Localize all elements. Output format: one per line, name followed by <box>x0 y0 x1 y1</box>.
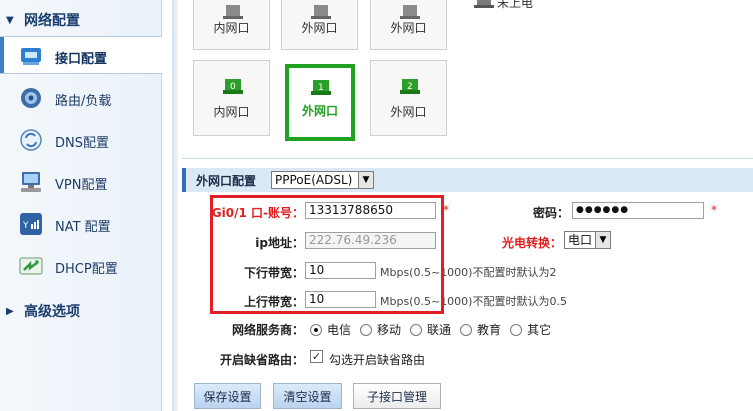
default-route-text: 勾选开启缺省路由 <box>329 353 426 367</box>
wan-config-bar: 外网口配置 <box>182 168 753 192</box>
nat-icon: Y <box>20 213 42 235</box>
port-active-icon: 1 <box>311 80 331 95</box>
clear-button-label: 清空设置 <box>283 389 332 404</box>
sidebar-item-label: NAT 配置 <box>55 220 111 235</box>
isp-option-label: 教育 <box>477 323 502 337</box>
port-active-icon: 2 <box>400 79 420 94</box>
sidebar-item-dns[interactable]: DNS配置 <box>0 121 162 159</box>
isp-option-label: 电信 <box>327 323 352 337</box>
port-number: 0 <box>230 82 236 92</box>
vpn-computer-icon <box>21 172 41 192</box>
port-label: 外网口 <box>301 104 338 118</box>
isp-option-mobile[interactable]: 移动 <box>360 321 401 338</box>
port-top-2[interactable]: 外网口 <box>370 0 447 50</box>
group-advanced-label: 高级选项 <box>24 304 80 320</box>
sidebar-item-label: DHCP配置 <box>55 262 118 277</box>
radio-button[interactable] <box>310 323 322 336</box>
port-active-icon: 0 <box>223 79 243 94</box>
sidebar-item-route[interactable]: 路由/负载 <box>0 79 162 117</box>
port-top-1[interactable]: 外网口 <box>281 0 358 50</box>
port-label: 外网口 <box>390 21 427 35</box>
sub-interface-button[interactable]: 子接口管理 <box>353 383 441 409</box>
section-separator <box>182 158 753 159</box>
radio-button[interactable] <box>360 323 373 336</box>
save-button[interactable]: 保存设置 <box>194 383 261 409</box>
wan-mode-select[interactable]: PPPoE(ADSL) ▼ <box>271 171 374 189</box>
group-network-config[interactable]: ▼ 网络配置 <box>6 10 80 30</box>
optical-label: 光电转换： <box>501 236 562 250</box>
password-input[interactable]: ●●●●●● <box>572 202 704 219</box>
isp-option-telecom[interactable]: 电信 <box>310 321 351 338</box>
required-mark: * <box>711 203 717 217</box>
port-label: 外网口 <box>390 105 427 119</box>
isp-option-unicom[interactable]: 联通 <box>410 321 451 338</box>
sidebar-item-label: 路由/负载 <box>55 94 112 109</box>
isp-option-label: 联通 <box>427 323 452 337</box>
port-label: 外网口 <box>301 21 338 35</box>
sidebar-item-label: DNS配置 <box>55 136 109 151</box>
group-advanced-options[interactable]: ▶ 高级选项 <box>6 301 80 321</box>
port-2[interactable]: 2 外网口 <box>370 60 447 136</box>
group-network-label: 网络配置 <box>24 13 80 29</box>
isp-radio-group: 电信 移动 联通 教育 其它 <box>310 321 560 338</box>
sidebar-item-dhcp[interactable]: DHCP配置 <box>0 247 162 285</box>
dns-icon <box>20 129 42 151</box>
radio-button[interactable] <box>510 323 523 336</box>
default-route-label: 开启缺省路由： <box>219 353 304 367</box>
wan-mode-value: PPPoE(ADSL) <box>275 173 353 187</box>
network-port-icon <box>21 48 41 65</box>
port-top-0[interactable]: 内网口 <box>193 0 270 50</box>
chevron-down-icon[interactable]: ▼ <box>595 232 610 248</box>
optical-value: 电口 <box>568 233 593 247</box>
isp-option-education[interactable]: 教育 <box>460 321 501 338</box>
isp-option-other[interactable]: 其它 <box>510 321 551 338</box>
radio-button[interactable] <box>460 323 473 336</box>
isp-option-label: 移动 <box>377 323 402 337</box>
section-title: 外网口配置 <box>196 173 257 188</box>
password-label: 密码： <box>532 206 569 220</box>
default-route-checkbox[interactable]: ✓ <box>310 350 323 363</box>
port-label: 内网口 <box>213 105 250 119</box>
port-label: 内网口 <box>213 21 250 35</box>
router-icon <box>21 88 41 108</box>
port-1-selected[interactable]: 1 外网口 <box>285 64 355 141</box>
port-0[interactable]: 0 内网口 <box>193 60 270 136</box>
optical-select[interactable]: 电口 ▼ <box>564 231 611 249</box>
sub-interface-button-label: 子接口管理 <box>366 389 427 404</box>
sidebar-item-nat[interactable]: Y NAT 配置 <box>0 205 162 243</box>
legend-unpowered-label: 未上电 <box>497 0 534 10</box>
clear-button[interactable]: 清空设置 <box>273 383 342 409</box>
sidebar-item-label: VPN配置 <box>55 178 108 193</box>
sidebar-item-label: 接口配置 <box>55 52 108 67</box>
legend-unpowered-icon <box>474 0 494 8</box>
port-number: 1 <box>318 83 324 93</box>
sidebar: ▼ 网络配置 接口配置 路由/负载 DNS配置 VPN配置 Y NAT 配置 D… <box>0 0 162 411</box>
port-number: 2 <box>407 82 413 92</box>
sidebar-item-vpn[interactable]: VPN配置 <box>0 163 162 201</box>
svg-text:Y: Y <box>22 221 29 231</box>
sidebar-item-interface[interactable]: 接口配置 <box>0 36 162 74</box>
expanded-triangle-icon: ▼ <box>6 14 14 26</box>
password-value: ●●●●●● <box>576 205 630 215</box>
isp-label: 网络服务商： <box>231 323 304 337</box>
save-button-label: 保存设置 <box>203 389 252 404</box>
panel-divider <box>172 0 178 411</box>
annotation-highlight-box <box>210 195 444 314</box>
dhcp-icon <box>19 257 43 275</box>
isp-option-label: 其它 <box>527 323 552 337</box>
radio-button[interactable] <box>410 323 423 336</box>
collapsed-triangle-icon: ▶ <box>6 305 14 317</box>
chevron-down-icon[interactable]: ▼ <box>358 172 373 188</box>
